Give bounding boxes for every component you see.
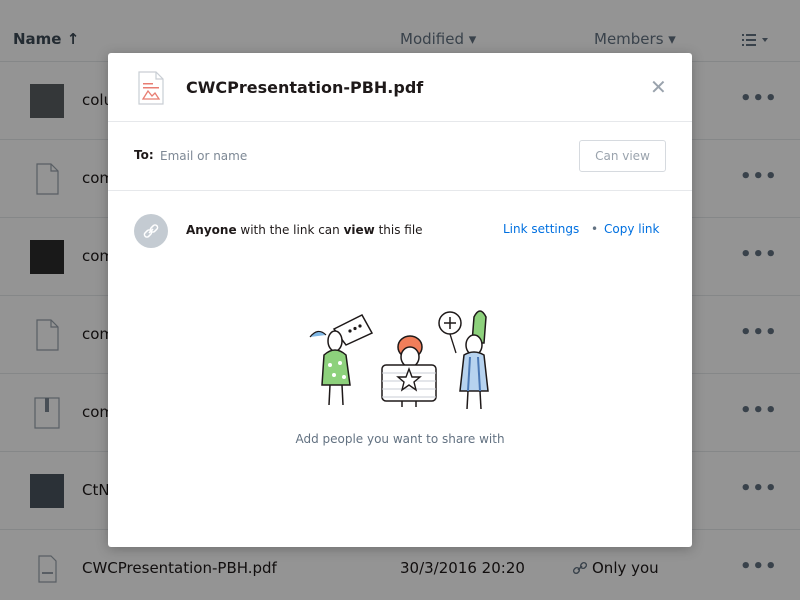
to-label: To: <box>134 148 154 162</box>
link-permission-text: Anyone with the link can view this file <box>186 223 423 237</box>
add-people-hint: Add people you want to share with <box>295 432 505 446</box>
separator-dot: • <box>591 222 599 236</box>
email-or-name-input[interactable] <box>160 144 560 168</box>
link-sharing-row: Anyone with the link can view this file … <box>108 191 692 271</box>
copy-link-link[interactable]: Copy link <box>604 222 659 236</box>
pdf-file-icon <box>138 71 164 105</box>
can-view-button[interactable]: Can view <box>579 140 666 172</box>
link-settings-link[interactable]: Link settings <box>503 222 579 236</box>
invite-row: To: Can view <box>108 122 692 191</box>
modal-file-title: CWCPresentation-PBH.pdf <box>186 78 424 97</box>
share-modal: CWCPresentation-PBH.pdf ✕ To: Can view A… <box>108 53 692 547</box>
modal-header: CWCPresentation-PBH.pdf ✕ <box>108 53 692 122</box>
close-icon[interactable]: ✕ <box>650 75 667 99</box>
share-people-illustration <box>309 310 489 410</box>
link-icon <box>134 214 168 248</box>
